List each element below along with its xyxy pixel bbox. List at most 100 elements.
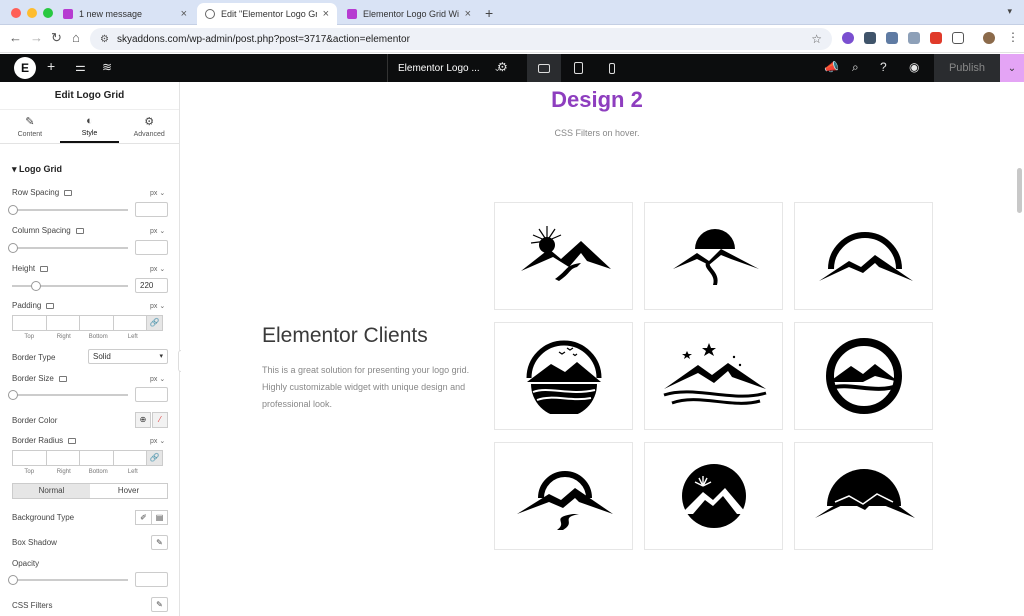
desktop-view-button[interactable] bbox=[527, 54, 561, 82]
row-spacing-input[interactable] bbox=[135, 202, 168, 217]
puzzle-extensions-icon[interactable] bbox=[952, 32, 964, 44]
unit-selector[interactable]: px ⌄ bbox=[150, 437, 165, 445]
tab-content[interactable]: ✎ Content bbox=[0, 110, 60, 143]
tab-normal[interactable]: Normal bbox=[13, 484, 90, 498]
unit-selector[interactable]: px ⌄ bbox=[150, 227, 165, 235]
height-input[interactable]: 220 bbox=[135, 278, 168, 293]
elementor-logo-icon[interactable]: E bbox=[14, 57, 36, 79]
link-values-icon[interactable]: 🔗 bbox=[146, 450, 163, 466]
padding-right-input[interactable] bbox=[45, 315, 80, 331]
radius-bottom-input[interactable] bbox=[79, 450, 114, 466]
padding-top-input[interactable] bbox=[12, 315, 47, 331]
border-type-select[interactable]: Solid ▾ bbox=[88, 349, 168, 364]
clients-heading[interactable]: Elementor Clients bbox=[262, 324, 428, 348]
site-settings-sliders-icon[interactable]: ⚌ bbox=[75, 60, 86, 74]
image-extension-icon[interactable] bbox=[908, 32, 920, 44]
new-tab-button[interactable]: + bbox=[485, 5, 493, 21]
mobile-view-button[interactable] bbox=[595, 54, 629, 82]
opacity-input[interactable] bbox=[135, 572, 168, 587]
reload-icon[interactable]: ↻ bbox=[51, 30, 62, 46]
slider-handle[interactable] bbox=[8, 243, 18, 253]
slider-handle[interactable] bbox=[8, 575, 18, 585]
font-extension-icon[interactable] bbox=[930, 32, 942, 44]
border-size-slider[interactable] bbox=[8, 390, 128, 400]
minimize-window-button[interactable] bbox=[27, 8, 37, 18]
design-heading[interactable]: Design 2 bbox=[181, 87, 1013, 113]
desktop-icon[interactable] bbox=[64, 189, 73, 196]
unit-selector[interactable]: px ⌄ bbox=[150, 189, 165, 197]
gradient-icon[interactable]: ▤ bbox=[151, 510, 168, 525]
address-bar[interactable]: ⚙ skyaddons.com/wp-admin/post.php?post=3… bbox=[90, 28, 832, 50]
slider-handle[interactable] bbox=[31, 281, 41, 291]
row-spacing-slider[interactable] bbox=[8, 205, 128, 215]
opacity-slider[interactable] bbox=[8, 575, 128, 585]
column-spacing-slider[interactable] bbox=[8, 243, 128, 253]
logo-tile-6[interactable] bbox=[794, 322, 933, 430]
add-element-icon[interactable]: + bbox=[47, 58, 55, 74]
back-arrow-icon[interactable]: ← bbox=[9, 30, 22, 45]
translate-extension-icon[interactable] bbox=[886, 32, 898, 44]
slider-handle[interactable] bbox=[8, 390, 18, 400]
publish-options-chevron-icon[interactable]: ⌄ bbox=[1000, 54, 1024, 82]
logo-tile-5[interactable] bbox=[644, 322, 783, 430]
slider-handle[interactable] bbox=[8, 205, 18, 215]
color-picker-swatch[interactable]: ⁄ bbox=[152, 412, 168, 428]
desktop-icon[interactable] bbox=[68, 437, 77, 444]
logo-tile-9[interactable] bbox=[794, 442, 933, 550]
bookmark-star-icon[interactable]: ☆ bbox=[811, 32, 822, 46]
browser-menu-icon[interactable]: ⋮ bbox=[1007, 30, 1019, 44]
tab-style[interactable]: ◐ Style bbox=[59, 110, 120, 143]
zoom-window-button[interactable] bbox=[43, 8, 53, 18]
logo-tile-7[interactable] bbox=[494, 442, 633, 550]
logo-tile-3[interactable] bbox=[794, 202, 933, 310]
close-tab-icon[interactable]: × bbox=[323, 8, 329, 20]
browser-tab-widget[interactable]: Elementor Logo Grid Widget × bbox=[339, 3, 479, 25]
padding-bottom-input[interactable] bbox=[79, 315, 114, 331]
link-values-icon[interactable]: 🔗 bbox=[146, 315, 163, 331]
canvas-scrollbar[interactable] bbox=[1017, 168, 1022, 213]
global-colors-icon[interactable]: ⊕ bbox=[135, 412, 151, 428]
browser-tab-messages[interactable]: 1 new message × bbox=[55, 3, 195, 25]
search-icon[interactable]: ⌕ bbox=[852, 60, 859, 75]
profile-avatar[interactable] bbox=[983, 32, 995, 44]
forward-arrow-icon[interactable]: → bbox=[30, 30, 43, 45]
close-window-button[interactable] bbox=[11, 8, 21, 18]
unit-selector[interactable]: px ⌄ bbox=[150, 375, 165, 383]
section-toggle-logo-grid[interactable]: ▾ Logo Grid bbox=[12, 164, 62, 175]
tab-search-chevron-icon[interactable]: ▾ bbox=[1007, 6, 1012, 17]
desktop-icon[interactable] bbox=[40, 265, 49, 272]
logo-tile-2[interactable] bbox=[644, 202, 783, 310]
classic-brush-icon[interactable]: ✐ bbox=[135, 510, 152, 525]
logo-tile-4[interactable] bbox=[494, 322, 633, 430]
padding-left-input[interactable] bbox=[112, 315, 147, 331]
browser-tab-editor[interactable]: Edit "Elementor Logo Grid W × bbox=[197, 3, 337, 25]
publish-button[interactable]: Publish bbox=[934, 54, 1000, 82]
radius-right-input[interactable] bbox=[45, 450, 80, 466]
home-icon[interactable]: ⌂ bbox=[72, 30, 80, 45]
logo-tile-8[interactable] bbox=[644, 442, 783, 550]
notifications-megaphone-icon[interactable]: 📣 bbox=[824, 60, 839, 74]
column-spacing-input[interactable] bbox=[135, 240, 168, 255]
height-slider[interactable] bbox=[12, 281, 128, 291]
shield-extension-icon[interactable] bbox=[864, 32, 876, 44]
close-tab-icon[interactable]: × bbox=[465, 8, 471, 20]
tab-hover[interactable]: Hover bbox=[90, 484, 167, 498]
site-info-icon[interactable]: ⚙ bbox=[100, 34, 109, 45]
help-icon[interactable]: ? bbox=[880, 60, 887, 74]
unit-selector[interactable]: px ⌄ bbox=[150, 265, 165, 273]
desktop-icon[interactable] bbox=[46, 302, 55, 309]
preview-eye-icon[interactable]: ◉ bbox=[909, 60, 919, 74]
tab-advanced[interactable]: ⚙ Advanced bbox=[119, 110, 179, 143]
page-settings-gear-icon[interactable]: ⚙ bbox=[497, 60, 508, 74]
css-filters-edit-pencil-icon[interactable]: ✎ bbox=[151, 597, 168, 612]
unit-selector[interactable]: px ⌄ bbox=[150, 302, 165, 310]
desktop-icon[interactable] bbox=[58, 375, 67, 382]
box-shadow-edit-pencil-icon[interactable]: ✎ bbox=[151, 535, 168, 550]
radius-top-input[interactable] bbox=[12, 450, 47, 466]
structure-layers-icon[interactable]: ≋ bbox=[102, 60, 112, 74]
design-subheading[interactable]: CSS Filters on hover. bbox=[181, 128, 1013, 138]
extension-icon[interactable] bbox=[842, 32, 854, 44]
logo-tile-1[interactable] bbox=[494, 202, 633, 310]
tablet-view-button[interactable] bbox=[561, 54, 595, 82]
radius-left-input[interactable] bbox=[112, 450, 147, 466]
